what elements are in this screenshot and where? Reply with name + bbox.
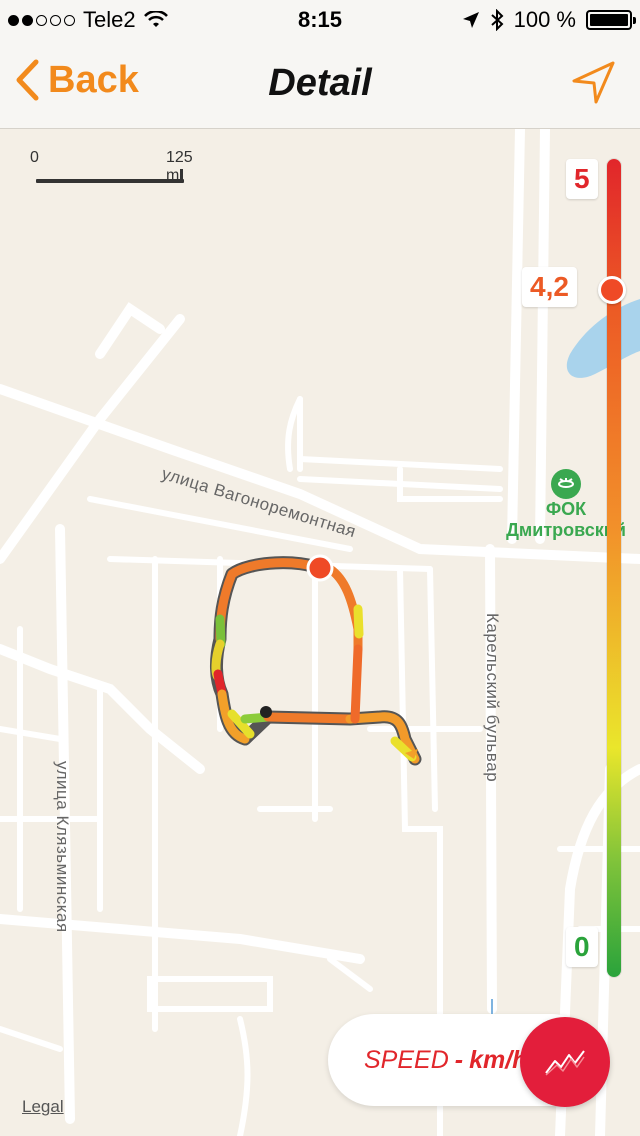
status-right: 100 %	[462, 7, 636, 33]
line-chart-icon	[545, 1050, 585, 1076]
legal-link[interactable]: Legal	[22, 1097, 64, 1117]
street-label-karelsky: Карельский бульвар	[483, 613, 502, 783]
navigation-bar: Back Detail	[0, 40, 640, 129]
metric-label: SPEED	[364, 1045, 449, 1074]
status-bar: Tele2 8:15 100 %	[0, 0, 640, 40]
speed-min-label: 0	[566, 927, 598, 967]
sports-complex-icon	[551, 469, 581, 499]
speed-max-label: 5	[566, 159, 598, 199]
route-end-marker	[260, 706, 272, 718]
locate-button[interactable]	[570, 60, 616, 111]
map-scale: 0 125 m	[30, 149, 193, 189]
bluetooth-icon	[490, 9, 504, 31]
metric-unit: km/h	[469, 1045, 528, 1074]
battery-icon	[586, 10, 636, 30]
route-start-marker	[306, 554, 334, 582]
page-title: Detail	[268, 62, 372, 104]
battery-percentage: 100 %	[513, 7, 576, 32]
scale-start-label: 0	[30, 149, 39, 166]
speed-slider-knob[interactable]	[598, 276, 626, 304]
street-label-klyazminskaya: улица Клязьминская	[53, 761, 72, 933]
location-services-icon	[462, 12, 479, 28]
map-view[interactable]: 0 125 m улица Вагоноремонтная Карельский…	[0, 129, 640, 1136]
location-arrow-icon	[572, 61, 615, 104]
metric-separator: -	[454, 1045, 464, 1074]
chart-button[interactable]	[520, 1017, 610, 1107]
speed-current-label: 4,2	[522, 267, 577, 307]
